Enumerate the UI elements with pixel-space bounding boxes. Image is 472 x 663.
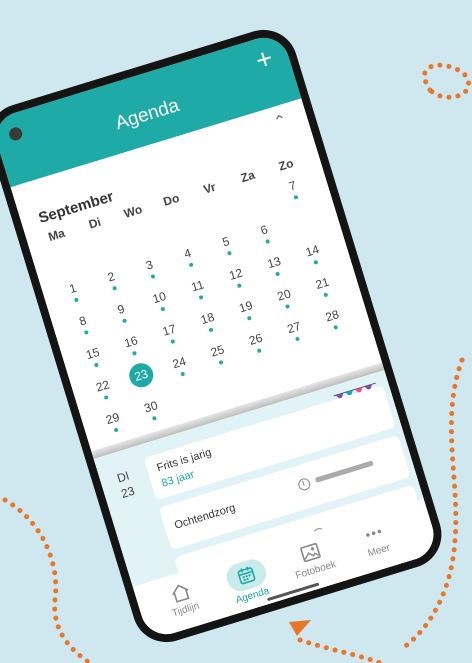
event-indicator-dot bbox=[236, 283, 242, 289]
event-indicator-dot bbox=[113, 427, 119, 433]
event-indicator-dot bbox=[112, 285, 118, 291]
tab-agenda[interactable]: Agenda bbox=[214, 553, 283, 610]
event-indicator-dot bbox=[285, 304, 291, 309]
calendar-day-number: 22 bbox=[94, 377, 112, 395]
calendar-day-number: 29 bbox=[104, 409, 122, 428]
event-indicator-dot bbox=[122, 318, 128, 324]
tab-fotoboek[interactable]: Fotoboek bbox=[279, 533, 347, 584]
event-indicator-dot bbox=[265, 238, 271, 244]
event-indicator-dot bbox=[275, 271, 281, 277]
calendar-day-number: 7 bbox=[287, 178, 298, 194]
calendar-day-number: 18 bbox=[199, 309, 216, 328]
event-indicator-dot bbox=[256, 348, 262, 354]
event-indicator-dot bbox=[333, 324, 339, 330]
day-label: DI 23 bbox=[107, 465, 145, 504]
calendar-day-number: 1 bbox=[67, 280, 79, 297]
event-indicator-dot bbox=[150, 274, 156, 280]
calendar-day-number: 19 bbox=[237, 298, 255, 316]
clock-icon bbox=[296, 476, 312, 492]
event-title: Ochtendzorg bbox=[173, 501, 237, 532]
event-indicator-dot bbox=[294, 336, 300, 342]
calendar-day-number: 28 bbox=[323, 307, 341, 325]
event-indicator-dot bbox=[218, 359, 224, 365]
calendar-day-number: 16 bbox=[122, 333, 140, 351]
calendar-day-number: 24 bbox=[170, 353, 188, 372]
event-indicator-dot bbox=[103, 394, 109, 400]
event-indicator-dot bbox=[93, 362, 99, 368]
calendar-day-number: 17 bbox=[160, 321, 178, 339]
calendar-day-number: 27 bbox=[285, 318, 303, 337]
event-indicator-dot bbox=[188, 262, 194, 268]
calendar-day-number: 11 bbox=[189, 277, 206, 295]
event-indicator-dot bbox=[198, 294, 204, 300]
event-indicator-dot bbox=[293, 194, 299, 200]
event-indicator-dot bbox=[208, 327, 214, 333]
calendar-day-number: 12 bbox=[227, 265, 245, 283]
tab-meer[interactable]: Meer bbox=[342, 514, 410, 565]
calendar-day-number: 2 bbox=[105, 269, 117, 285]
calendar-icon bbox=[237, 566, 256, 585]
calendar-day-number: 3 bbox=[144, 257, 155, 273]
tab-tijdlijn[interactable]: Tijdlijn bbox=[149, 573, 217, 624]
event-indicator-dot bbox=[323, 292, 329, 298]
event-indicator-dot bbox=[313, 259, 319, 265]
event-indicator-dot bbox=[73, 297, 79, 303]
calendar-day-number: 25 bbox=[209, 342, 226, 360]
calendar-day-number: 6 bbox=[258, 222, 270, 238]
event-indicator-dot bbox=[246, 315, 252, 321]
calendar-day-number: 13 bbox=[265, 253, 283, 272]
calendar-day-number: 15 bbox=[84, 344, 102, 363]
event-indicator-dot bbox=[170, 339, 176, 345]
calendar-day-number: 20 bbox=[275, 286, 293, 304]
calendar-day-number: 10 bbox=[150, 288, 168, 307]
calendar-day-number: 4 bbox=[182, 245, 193, 262]
calendar-day-number: 30 bbox=[142, 398, 160, 416]
time-placeholder-bar bbox=[314, 460, 374, 483]
calendar-day-number: 8 bbox=[77, 313, 89, 329]
event-indicator-dot bbox=[160, 306, 166, 312]
collapse-chevron-icon[interactable]: ⌃ bbox=[271, 110, 290, 133]
calendar-day-number: 9 bbox=[115, 301, 127, 317]
event-indicator-dot bbox=[226, 250, 232, 256]
calendar-day-number: 14 bbox=[303, 242, 321, 260]
cursor-pointer-icon bbox=[289, 620, 311, 636]
calendar-day-number: 5 bbox=[220, 234, 232, 250]
event-indicator-dot bbox=[180, 371, 186, 377]
event-indicator-dot bbox=[83, 329, 89, 335]
calendar-day-number: 26 bbox=[247, 330, 265, 348]
calendar-day-number: 21 bbox=[313, 274, 331, 292]
event-indicator-dot bbox=[151, 415, 157, 421]
event-indicator-dot bbox=[132, 350, 138, 356]
